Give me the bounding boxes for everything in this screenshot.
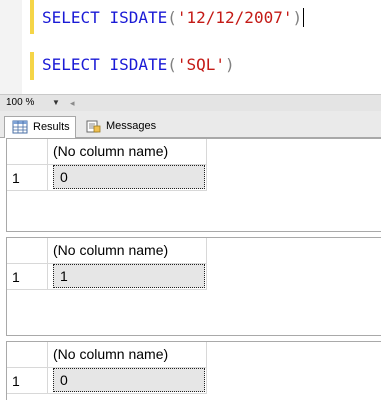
code-line-1[interactable]: SELECT ISDATE('12/12/2007') xyxy=(42,8,305,28)
open-paren: ( xyxy=(167,8,177,27)
sql-keyword: SELECT xyxy=(42,8,100,27)
grid-line xyxy=(47,342,48,393)
tab-results-label: Results xyxy=(33,121,70,133)
zoom-value: 100 % xyxy=(6,97,35,108)
grid-line xyxy=(7,190,207,191)
results-panes: (No column name) 1 0 (No column name) 1 … xyxy=(0,138,381,400)
grid-icon xyxy=(12,120,28,134)
sql-keyword: SELECT xyxy=(42,55,100,74)
row-number[interactable]: 1 xyxy=(12,269,20,285)
column-header[interactable]: (No column name) xyxy=(53,242,168,258)
messages-icon xyxy=(86,120,101,133)
string-literal: '12/12/2007' xyxy=(176,8,293,27)
column-header[interactable]: (No column name) xyxy=(53,346,168,362)
query-editor[interactable]: SELECT ISDATE('12/12/2007') SELECT ISDAT… xyxy=(0,0,381,94)
grid-line xyxy=(47,238,48,289)
tab-results[interactable]: Results xyxy=(4,116,76,139)
close-paren: ) xyxy=(292,8,303,27)
string-literal: 'SQL' xyxy=(176,55,226,74)
change-marker xyxy=(30,52,34,80)
grid-line xyxy=(47,139,48,190)
result-grid[interactable]: (No column name) 1 1 xyxy=(6,237,381,336)
zoom-bar: 100 % ▼ ◂ xyxy=(0,94,381,111)
result-cell[interactable]: 0 xyxy=(53,165,205,189)
sql-function: ISDATE xyxy=(109,55,168,74)
editor-margin xyxy=(22,0,28,94)
code-line-2[interactable]: SELECT ISDATE('SQL') xyxy=(42,55,235,75)
result-cell[interactable]: 1 xyxy=(53,264,205,288)
open-paren: ( xyxy=(167,55,177,74)
result-cell[interactable]: 0 xyxy=(53,368,205,392)
grid-line xyxy=(206,139,207,190)
sql-function: ISDATE xyxy=(109,8,168,27)
result-grid[interactable]: (No column name) 1 0 xyxy=(6,138,381,232)
column-header[interactable]: (No column name) xyxy=(53,143,168,159)
results-tab-strip: Results Messages xyxy=(0,111,381,139)
chevron-down-icon[interactable]: ▼ xyxy=(52,96,60,110)
row-number[interactable]: 1 xyxy=(12,170,20,186)
change-marker xyxy=(30,0,34,34)
grid-line xyxy=(7,393,207,394)
close-paren: ) xyxy=(225,55,235,74)
grid-line xyxy=(206,342,207,393)
tab-messages-label: Messages xyxy=(106,120,157,132)
text-caret xyxy=(303,8,305,27)
tab-messages[interactable]: Messages xyxy=(78,116,158,138)
grid-line xyxy=(206,238,207,289)
editor-gutter xyxy=(0,0,22,94)
scroll-left-icon[interactable]: ◂ xyxy=(70,96,75,110)
result-grid[interactable]: (No column name) 1 0 xyxy=(6,341,381,400)
row-number[interactable]: 1 xyxy=(12,373,20,389)
grid-line xyxy=(7,289,207,290)
